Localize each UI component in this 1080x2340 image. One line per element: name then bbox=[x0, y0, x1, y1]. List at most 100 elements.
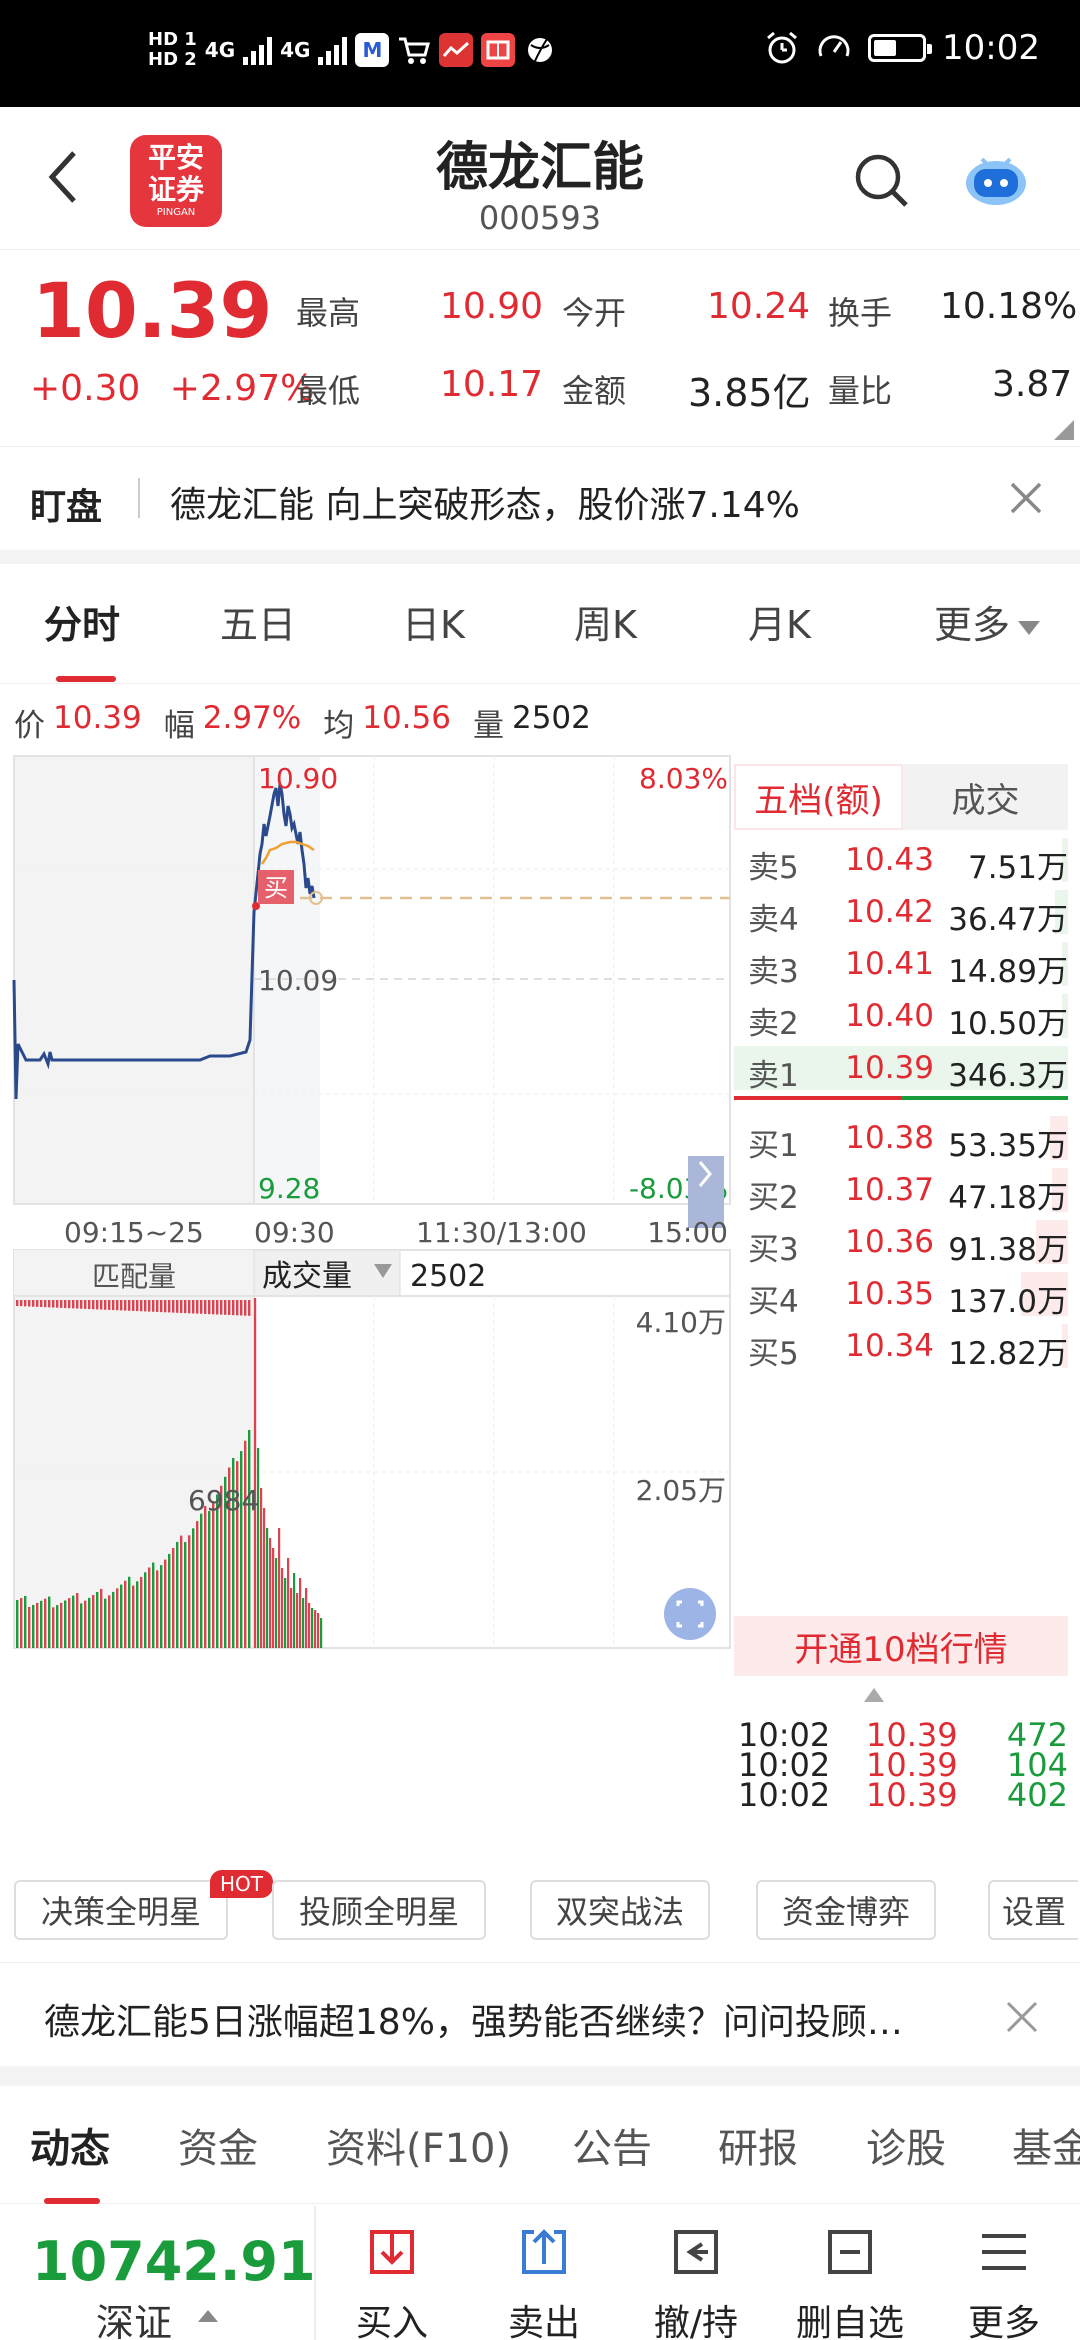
tab-fund[interactable]: 基金 bbox=[1012, 2116, 1080, 2174]
hd1-indicator: HD 1 bbox=[148, 29, 197, 50]
volume-bar bbox=[96, 1591, 99, 1648]
match-volume-bar bbox=[236, 1300, 239, 1316]
tab-diagnosis[interactable]: 诊股 bbox=[866, 2116, 946, 2174]
tool-advisor-star[interactable]: 投顾全明星 bbox=[272, 1880, 486, 1940]
bid-level[interactable]: 买5 10.34 12.82万 bbox=[734, 1320, 1068, 1372]
bid-level[interactable]: 买4 10.35 137.0万 bbox=[734, 1268, 1068, 1320]
tab-f10[interactable]: 资料(F10) bbox=[326, 2116, 511, 2174]
ask-level[interactable]: 卖4 10.42 36.47万 bbox=[734, 886, 1068, 938]
level-label: 卖1 bbox=[748, 1058, 799, 1094]
volume-bar bbox=[164, 1559, 167, 1648]
tool-settings[interactable]: 设置 bbox=[988, 1880, 1078, 1940]
hd2-indicator: HD 2 bbox=[148, 49, 197, 70]
tab-active-indicator bbox=[44, 2198, 100, 2204]
news-banner[interactable]: 德龙汇能5日涨幅超18%，强势能否继续？问问投顾… bbox=[0, 1962, 1080, 2066]
volume-bar bbox=[305, 1588, 308, 1648]
intraday-chart-svg[interactable]: 买 10.90 8.03% 10.09 9.28 -8.03% 09:15~25… bbox=[0, 754, 735, 1859]
caret-up-icon[interactable] bbox=[864, 1688, 884, 1702]
volume-bar bbox=[196, 1521, 199, 1648]
vol-tab-trade[interactable]: 成交量 bbox=[262, 1259, 352, 1294]
open-label: 今开 bbox=[562, 294, 627, 332]
tab-daily-k[interactable]: 日K bbox=[402, 594, 465, 649]
tab-5day[interactable]: 五日 bbox=[220, 594, 296, 649]
y-max-label: 10.90 bbox=[258, 762, 338, 795]
amount-label: 金额 bbox=[562, 372, 627, 410]
volume-bar bbox=[128, 1576, 131, 1648]
cancel-icon bbox=[674, 2230, 718, 2274]
volume-bar bbox=[56, 1605, 59, 1648]
volume-bar bbox=[120, 1584, 123, 1648]
level-label: 卖5 bbox=[748, 850, 799, 886]
buy-button[interactable]: 买入 bbox=[332, 2224, 452, 2340]
tool-decision-star[interactable]: 决策全明星 HOT bbox=[14, 1870, 273, 1940]
close-icon[interactable] bbox=[1002, 1997, 1042, 2037]
close-icon[interactable] bbox=[1006, 478, 1046, 518]
tab-five-levels[interactable]: 五档(额) bbox=[734, 764, 903, 830]
cancel-hold-button[interactable]: 撤/持 bbox=[636, 2224, 756, 2340]
tab-announcements[interactable]: 公告 bbox=[572, 2116, 652, 2174]
level-volume: 14.89万 bbox=[948, 954, 1068, 990]
match-volume-bar bbox=[124, 1300, 127, 1311]
robot-assistant-icon[interactable] bbox=[962, 149, 1030, 209]
volume-bar bbox=[172, 1548, 175, 1648]
tab-news-feed[interactable]: 动态 bbox=[30, 2116, 110, 2174]
match-volume-bar bbox=[244, 1300, 247, 1316]
match-volume-bar bbox=[164, 1300, 167, 1313]
match-volume-bar bbox=[132, 1300, 135, 1311]
bid-level[interactable]: 买2 10.37 47.18万 bbox=[734, 1164, 1068, 1216]
ask-level[interactable]: 卖1 10.39 346.3万 bbox=[734, 1042, 1068, 1094]
open-10-levels-button[interactable]: 开通10档行情 bbox=[734, 1616, 1068, 1676]
info-tabs: 动态 资金 资料(F10) 公告 研报 诊股 基金 bbox=[0, 2086, 1080, 2204]
tab-monthly-k[interactable]: 月K bbox=[748, 594, 811, 649]
match-volume-bar bbox=[100, 1300, 103, 1310]
volume-bar bbox=[100, 1588, 103, 1648]
ask-level[interactable]: 卖3 10.41 14.89万 bbox=[734, 938, 1068, 990]
high-value: 10.90 bbox=[440, 286, 544, 327]
match-volume-bar bbox=[120, 1300, 123, 1311]
volume-bar bbox=[311, 1608, 314, 1648]
tab-more[interactable]: 更多 bbox=[934, 594, 1041, 649]
volume-bar bbox=[44, 1598, 47, 1648]
volume-bar bbox=[24, 1595, 27, 1648]
ask-level[interactable]: 卖5 10.43 7.51万 bbox=[734, 834, 1068, 886]
more-button[interactable]: 更多 bbox=[944, 2224, 1064, 2340]
tab-research[interactable]: 研报 bbox=[718, 2116, 798, 2174]
volume-bar bbox=[80, 1603, 83, 1648]
quote-panel[interactable]: 10.39 +0.30 +2.97% 最高 10.90 今开 10.24 换手 … bbox=[0, 252, 1080, 447]
bid-level[interactable]: 买1 10.38 53.35万 bbox=[734, 1112, 1068, 1164]
intraday-chart[interactable]: 买 10.90 8.03% 10.09 9.28 -8.03% 09:15~25… bbox=[0, 754, 735, 1859]
match-volume-bar bbox=[248, 1300, 251, 1316]
index-name: 深证 bbox=[96, 2301, 173, 2340]
fullscreen-button[interactable] bbox=[664, 1588, 716, 1640]
tool-fund-game[interactable]: 资金博弈 bbox=[756, 1880, 936, 1940]
tab-intraday[interactable]: 分时 bbox=[44, 594, 120, 649]
remove-watchlist-button[interactable]: 删自选 bbox=[790, 2224, 910, 2340]
tab-funds[interactable]: 资金 bbox=[178, 2116, 258, 2174]
search-icon[interactable] bbox=[852, 151, 912, 211]
level-volume: 7.51万 bbox=[967, 850, 1068, 886]
volume-bar bbox=[124, 1580, 127, 1648]
sell-button[interactable]: 卖出 bbox=[484, 2224, 604, 2340]
volume-bar bbox=[76, 1593, 79, 1648]
tab-weekly-k[interactable]: 周K bbox=[574, 594, 637, 649]
tab-trades[interactable]: 成交 bbox=[903, 764, 1068, 830]
level-volume: 346.3万 bbox=[948, 1058, 1068, 1094]
y-min-label: 9.28 bbox=[258, 1172, 320, 1205]
ask-level[interactable]: 卖2 10.40 10.50万 bbox=[734, 990, 1068, 1042]
volume-bar bbox=[180, 1535, 183, 1648]
match-volume-bar bbox=[180, 1300, 183, 1313]
tool-label: 设置 bbox=[1001, 1893, 1066, 1931]
tool-double-breakout[interactable]: 双突战法 bbox=[530, 1880, 710, 1940]
vol-tab-match[interactable]: 匹配量 bbox=[92, 1260, 176, 1293]
expand-corner-icon[interactable] bbox=[1054, 420, 1074, 440]
watch-alert[interactable]: 盯盘 德龙汇能 向上突破形态，股价涨7.14% bbox=[0, 448, 1080, 550]
volume-bar bbox=[308, 1603, 311, 1648]
volume-bar bbox=[36, 1602, 39, 1648]
match-volume-bar bbox=[108, 1300, 111, 1310]
match-volume-bar bbox=[88, 1300, 91, 1310]
bid-level[interactable]: 买3 10.36 91.38万 bbox=[734, 1216, 1068, 1268]
level-label: 买2 bbox=[748, 1180, 799, 1216]
stock-header: 平安 证券 PINGAN 德龙汇能 000593 bbox=[0, 107, 1080, 250]
low-label: 最低 bbox=[296, 372, 361, 410]
match-volume-bar bbox=[144, 1300, 147, 1312]
